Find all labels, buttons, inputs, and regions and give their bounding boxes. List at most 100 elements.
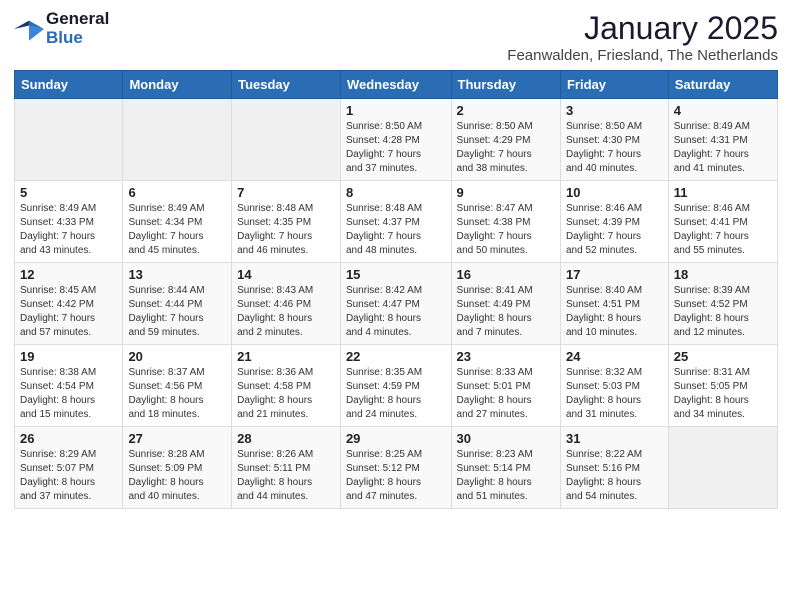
day-number: 11 <box>674 185 772 200</box>
logo-name: General Blue <box>46 10 109 47</box>
calendar-cell: 31 Sunrise: 8:22 AM Sunset: 5:16 PM Dayli… <box>560 427 668 509</box>
calendar-cell: 3Sunrise: 8:50 AM Sunset: 4:30 PM Daylig… <box>560 99 668 181</box>
calendar-cell: 24 Sunrise: 8:32 AM Sunset: 5:03 PM Dayli… <box>560 345 668 427</box>
logo-general: General <box>46 10 109 29</box>
calendar-cell: 18Sunrise: 8:39 AM Sunset: 4:52 PM Dayli… <box>668 263 777 345</box>
location-title: Feanwalden, Friesland, The Netherlands <box>507 47 778 64</box>
day-number: 12 <box>20 267 117 282</box>
day-info: Sunrise: 8:38 AM Sunset: 4:54 PM Dayligh… <box>20 366 117 422</box>
calendar-cell: 22 Sunrise: 8:35 AM Sunset: 4:59 PM Dayli… <box>340 345 451 427</box>
logo-bird-icon <box>14 17 44 41</box>
logo: General Blue <box>14 10 109 47</box>
day-number: 4 <box>674 103 772 118</box>
calendar-cell <box>123 99 232 181</box>
day-number: 6 <box>128 185 226 200</box>
day-info: Sunrise: 8:48 AM Sunset: 4:35 PM Dayligh… <box>237 202 335 258</box>
calendar-cell: 30 Sunrise: 8:23 AM Sunset: 5:14 PM Dayli… <box>451 427 560 509</box>
day-info: Sunrise: 8:45 AM Sunset: 4:42 PM Dayligh… <box>20 284 117 340</box>
day-info: Sunrise: 8:43 AM Sunset: 4:46 PM Dayligh… <box>237 284 335 340</box>
calendar-cell: 1Sunrise: 8:50 AM Sunset: 4:28 PM Daylig… <box>340 99 451 181</box>
weekday-header-sunday: Sunday <box>15 71 123 99</box>
calendar-cell: 2Sunrise: 8:50 AM Sunset: 4:29 PM Daylig… <box>451 99 560 181</box>
day-info: Sunrise: 8:49 AM Sunset: 4:34 PM Dayligh… <box>128 202 226 258</box>
day-info: Sunrise: 8:49 AM Sunset: 4:31 PM Dayligh… <box>674 120 772 176</box>
calendar-cell: 20 Sunrise: 8:37 AM Sunset: 4:56 PM Dayli… <box>123 345 232 427</box>
day-number: 3 <box>566 103 663 118</box>
day-number: 26 <box>20 431 117 446</box>
week-row-3: 12 Sunrise: 8:45 AM Sunset: 4:42 PM Dayli… <box>15 263 778 345</box>
calendar-cell: 6 Sunrise: 8:49 AM Sunset: 4:34 PM Daylig… <box>123 181 232 263</box>
day-number: 9 <box>457 185 555 200</box>
day-number: 1 <box>346 103 446 118</box>
calendar-cell: 5 Sunrise: 8:49 AM Sunset: 4:33 PM Daylig… <box>15 181 123 263</box>
calendar-cell: 8 Sunrise: 8:48 AM Sunset: 4:37 PM Daylig… <box>340 181 451 263</box>
calendar-cell: 15Sunrise: 8:42 AM Sunset: 4:47 PM Dayli… <box>340 263 451 345</box>
calendar-cell: 16Sunrise: 8:41 AM Sunset: 4:49 PM Dayli… <box>451 263 560 345</box>
weekday-header-row: SundayMondayTuesdayWednesdayThursdayFrid… <box>15 71 778 99</box>
weekday-header-saturday: Saturday <box>668 71 777 99</box>
calendar-cell: 14 Sunrise: 8:43 AM Sunset: 4:46 PM Dayli… <box>232 263 341 345</box>
day-info: Sunrise: 8:37 AM Sunset: 4:56 PM Dayligh… <box>128 366 226 422</box>
calendar-table: SundayMondayTuesdayWednesdayThursdayFrid… <box>14 70 778 509</box>
day-number: 10 <box>566 185 663 200</box>
day-number: 31 <box>566 431 663 446</box>
day-info: Sunrise: 8:39 AM Sunset: 4:52 PM Dayligh… <box>674 284 772 340</box>
day-info: Sunrise: 8:50 AM Sunset: 4:29 PM Dayligh… <box>457 120 555 176</box>
day-info: Sunrise: 8:32 AM Sunset: 5:03 PM Dayligh… <box>566 366 663 422</box>
calendar-cell: 27Sunrise: 8:28 AM Sunset: 5:09 PM Dayli… <box>123 427 232 509</box>
calendar-cell: 13 Sunrise: 8:44 AM Sunset: 4:44 PM Dayli… <box>123 263 232 345</box>
calendar-cell: 23 Sunrise: 8:33 AM Sunset: 5:01 PM Dayli… <box>451 345 560 427</box>
title-block: January 2025 Feanwalden, Friesland, The … <box>507 10 778 64</box>
calendar-cell: 12 Sunrise: 8:45 AM Sunset: 4:42 PM Dayli… <box>15 263 123 345</box>
day-info: Sunrise: 8:22 AM Sunset: 5:16 PM Dayligh… <box>566 448 663 504</box>
calendar-cell: 7 Sunrise: 8:48 AM Sunset: 4:35 PM Daylig… <box>232 181 341 263</box>
day-number: 13 <box>128 267 226 282</box>
weekday-header-thursday: Thursday <box>451 71 560 99</box>
weekday-header-wednesday: Wednesday <box>340 71 451 99</box>
weekday-header-monday: Monday <box>123 71 232 99</box>
day-info: Sunrise: 8:35 AM Sunset: 4:59 PM Dayligh… <box>346 366 446 422</box>
calendar-cell: 21Sunrise: 8:36 AM Sunset: 4:58 PM Dayli… <box>232 345 341 427</box>
day-number: 5 <box>20 185 117 200</box>
calendar-cell: 29Sunrise: 8:25 AM Sunset: 5:12 PM Dayli… <box>340 427 451 509</box>
calendar-cell: 10 Sunrise: 8:46 AM Sunset: 4:39 PM Dayli… <box>560 181 668 263</box>
calendar-cell: 25Sunrise: 8:31 AM Sunset: 5:05 PM Dayli… <box>668 345 777 427</box>
calendar-cell <box>15 99 123 181</box>
day-info: Sunrise: 8:26 AM Sunset: 5:11 PM Dayligh… <box>237 448 335 504</box>
day-number: 19 <box>20 349 117 364</box>
day-info: Sunrise: 8:42 AM Sunset: 4:47 PM Dayligh… <box>346 284 446 340</box>
calendar-cell: 9 Sunrise: 8:47 AM Sunset: 4:38 PM Daylig… <box>451 181 560 263</box>
day-info: Sunrise: 8:29 AM Sunset: 5:07 PM Dayligh… <box>20 448 117 504</box>
day-number: 14 <box>237 267 335 282</box>
day-info: Sunrise: 8:49 AM Sunset: 4:33 PM Dayligh… <box>20 202 117 258</box>
day-info: Sunrise: 8:23 AM Sunset: 5:14 PM Dayligh… <box>457 448 555 504</box>
week-row-4: 19 Sunrise: 8:38 AM Sunset: 4:54 PM Dayli… <box>15 345 778 427</box>
header: General Blue January 2025 Feanwalden, Fr… <box>14 10 778 64</box>
calendar-cell: 17Sunrise: 8:40 AM Sunset: 4:51 PM Dayli… <box>560 263 668 345</box>
day-info: Sunrise: 8:36 AM Sunset: 4:58 PM Dayligh… <box>237 366 335 422</box>
day-info: Sunrise: 8:46 AM Sunset: 4:39 PM Dayligh… <box>566 202 663 258</box>
day-number: 29 <box>346 431 446 446</box>
day-number: 28 <box>237 431 335 446</box>
day-info: Sunrise: 8:44 AM Sunset: 4:44 PM Dayligh… <box>128 284 226 340</box>
day-number: 22 <box>346 349 446 364</box>
day-info: Sunrise: 8:33 AM Sunset: 5:01 PM Dayligh… <box>457 366 555 422</box>
day-info: Sunrise: 8:48 AM Sunset: 4:37 PM Dayligh… <box>346 202 446 258</box>
weekday-header-tuesday: Tuesday <box>232 71 341 99</box>
day-info: Sunrise: 8:28 AM Sunset: 5:09 PM Dayligh… <box>128 448 226 504</box>
day-info: Sunrise: 8:46 AM Sunset: 4:41 PM Dayligh… <box>674 202 772 258</box>
day-number: 24 <box>566 349 663 364</box>
calendar-cell: 26 Sunrise: 8:29 AM Sunset: 5:07 PM Dayli… <box>15 427 123 509</box>
day-number: 30 <box>457 431 555 446</box>
day-number: 25 <box>674 349 772 364</box>
day-number: 20 <box>128 349 226 364</box>
calendar-cell: 11 Sunrise: 8:46 AM Sunset: 4:41 PM Dayli… <box>668 181 777 263</box>
calendar-cell: 19 Sunrise: 8:38 AM Sunset: 4:54 PM Dayli… <box>15 345 123 427</box>
calendar-cell <box>232 99 341 181</box>
day-number: 8 <box>346 185 446 200</box>
logo-blue: Blue <box>46 29 109 48</box>
day-info: Sunrise: 8:47 AM Sunset: 4:38 PM Dayligh… <box>457 202 555 258</box>
day-number: 7 <box>237 185 335 200</box>
day-number: 23 <box>457 349 555 364</box>
day-number: 16 <box>457 267 555 282</box>
